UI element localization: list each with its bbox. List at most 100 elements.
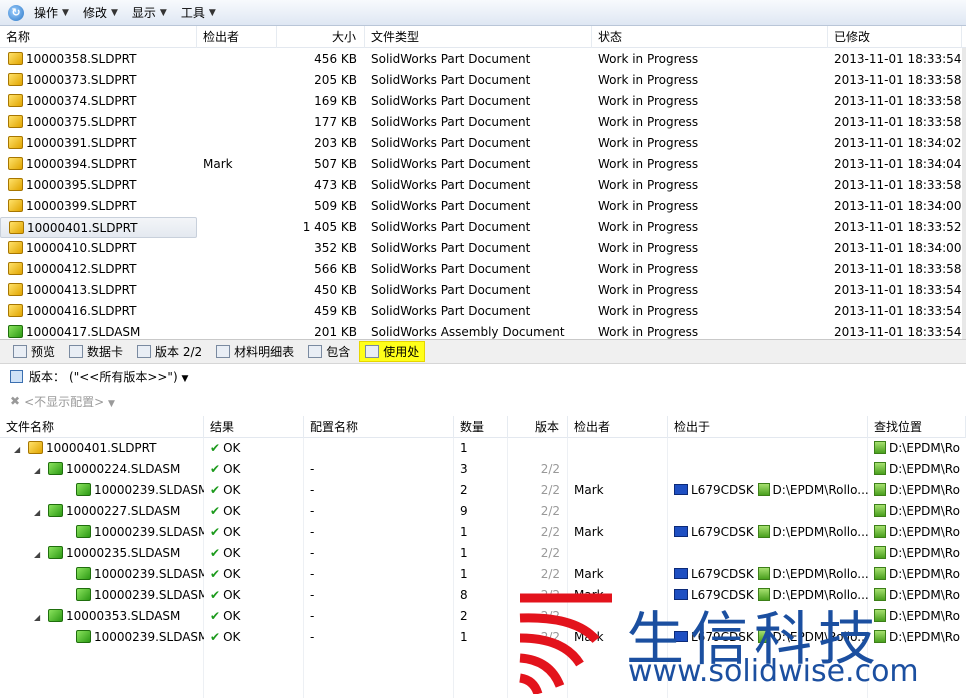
file-row[interactable]: 10000395.SLDPRT 473 KB SolidWorks Part Doc… (0, 175, 966, 196)
toolbar-menu-2[interactable]: 显示 ▼ (128, 2, 171, 24)
config-select[interactable]: <不显示配置> ▼ (24, 393, 115, 410)
tree-column-header[interactable]: 数量 (454, 416, 508, 438)
expand-icon[interactable]: ◢ (14, 439, 28, 459)
tree-column-header[interactable]: 检出于 (668, 416, 868, 438)
file-name: 10000412.SLDPRT (0, 259, 197, 280)
file-row[interactable]: 10000413.SLDPRT 450 KB SolidWorks Part Doc… (0, 280, 966, 301)
version-text: 2/2 (540, 525, 560, 539)
file-type: SolidWorks Part Document (365, 133, 592, 154)
expand-icon[interactable]: ◢ (34, 502, 48, 522)
tree-config: - (304, 627, 454, 648)
tree-qty: 1 (454, 564, 508, 585)
file-row[interactable]: 10000375.SLDPRT 177 KB SolidWorks Part Doc… (0, 112, 966, 133)
file-row[interactable]: 10000410.SLDPRT 352 KB SolidWorks Part Doc… (0, 238, 966, 259)
file-row[interactable]: 10000373.SLDPRT 205 KB SolidWorks Part Doc… (0, 70, 966, 91)
config-text: - (310, 483, 315, 497)
tree-row[interactable]: ◢ 10000224.SLDASM ✔ OK -3 2/2 D:\EPDM\Ro (0, 459, 966, 480)
toolbar-menu-0[interactable]: 操作 ▼ (30, 2, 73, 24)
tree-row[interactable]: ◢ 10000235.SLDASM ✔ OK -1 2/2 D:\EPDM\Ro (0, 543, 966, 564)
tree-result: ✔ OK (204, 564, 304, 585)
refresh-icon[interactable]: ↻ (8, 4, 24, 21)
part-icon (8, 94, 23, 107)
result-text: OK (223, 525, 241, 539)
toolbar-menu-1[interactable]: 修改 ▼ (79, 2, 122, 24)
tree-column-header[interactable]: 版本 (508, 416, 568, 438)
file-row[interactable]: 10000394.SLDPRT Mark 507 KB SolidWorks Part… (0, 154, 966, 175)
file-name: 10000374.SLDPRT (0, 91, 197, 112)
tree-result: ✔ OK (204, 606, 304, 627)
tab-label: 包含 (326, 345, 351, 359)
tree-row[interactable]: ◢ 10000401.SLDPRT ✔ OK 1 D:\EPDM\Ro (0, 438, 966, 459)
tab-3[interactable]: 材料明细表 (211, 341, 299, 362)
file-modified: 2013-11-01 18:33:58 (828, 259, 962, 280)
expand-icon[interactable]: ◢ (34, 460, 48, 480)
cell-text: 177 KB (314, 115, 357, 129)
expand-icon[interactable]: ◢ (34, 607, 48, 627)
file-row[interactable]: 10000416.SLDPRT 459 KB SolidWorks Part Doc… (0, 301, 966, 322)
tree-column-header[interactable]: 配置名称 (304, 416, 454, 438)
tab-5[interactable]: 使用处 (359, 341, 426, 362)
file-state: Work in Progress (592, 196, 828, 217)
tree-checked-out-by: Mark (568, 522, 668, 543)
tree-version: 2/2 (508, 459, 568, 480)
tree-row[interactable]: 10000239.SLDASM ✔ OK -1 2/2 Mark L679CDSK D:\E… (0, 564, 966, 585)
part-icon (8, 199, 23, 212)
file-name: 10000358.SLDPRT (0, 49, 197, 70)
tree-column-header[interactable]: 结果 (204, 416, 304, 438)
watermark: 生信科技 www.solidwise.com (516, 588, 966, 698)
column-header[interactable]: 大小 (277, 26, 365, 48)
checkmark-icon: ✔ (210, 483, 221, 497)
file-row[interactable]: 10000412.SLDPRT 566 KB SolidWorks Part Doc… (0, 259, 966, 280)
file-row[interactable]: 10000401.SLDPRT 1 405 KB SolidWorks Part D… (0, 217, 966, 238)
tree-column-header[interactable]: 文件名称 (0, 416, 204, 438)
vertical-scrollbar[interactable] (962, 48, 966, 339)
cell-text: 10000410.SLDPRT (26, 241, 137, 255)
column-header[interactable]: 文件类型 (365, 26, 592, 48)
file-row[interactable]: 10000358.SLDPRT 456 KB SolidWorks Part Doc… (0, 49, 966, 70)
tab-1[interactable]: 数据卡 (64, 341, 128, 362)
tree-row[interactable]: ◢ 10000227.SLDASM ✔ OK -9 2/2 D:\EPDM\Ro (0, 501, 966, 522)
checkout-path-text: D:\EPDM\Rollo... (772, 567, 868, 581)
toolbar-menu-3[interactable]: 工具 ▼ (177, 2, 220, 24)
file-checked-out-by (197, 70, 277, 91)
column-header[interactable]: 名称 (0, 26, 197, 48)
result-text: OK (223, 441, 241, 455)
file-size: 352 KB (277, 238, 365, 259)
version-icon (10, 369, 23, 383)
cell-text: 2013-11-01 18:34:02 (834, 136, 962, 150)
file-row[interactable]: 10000374.SLDPRT 169 KB SolidWorks Part Doc… (0, 91, 966, 112)
folder-icon (757, 483, 770, 496)
cell-text: 2013-11-01 18:33:54 (834, 304, 962, 318)
tree-row[interactable]: 10000239.SLDASM ✔ OK -1 2/2 Mark L679CDSK D:\E… (0, 522, 966, 543)
cell-text: 2013-11-01 18:33:58 (834, 94, 962, 108)
file-list: 名称 检出者 大小 文件类型 状态 已修改 10000358.SLDPRT 456 KB So… (0, 26, 966, 339)
asm-icon (76, 588, 91, 601)
tree-column-header[interactable]: 检出者 (568, 416, 668, 438)
cell-text: Work in Progress (598, 283, 699, 297)
column-header[interactable]: 已修改 (828, 26, 962, 48)
part-icon (8, 73, 23, 86)
cell-text: Work in Progress (598, 115, 699, 129)
tab-4[interactable]: 包含 (303, 341, 355, 362)
tree-column-header[interactable]: 查找位置 (868, 416, 966, 438)
tab-0[interactable]: 预览 (8, 341, 60, 362)
file-row[interactable]: 10000391.SLDPRT 203 KB SolidWorks Part Doc… (0, 133, 966, 154)
version-select[interactable]: ("<<所有版本>>") ▼ (69, 368, 188, 385)
tree-config: - (304, 522, 454, 543)
tab-2[interactable]: 版本 2/2 (132, 341, 207, 362)
file-row[interactable]: 10000417.SLDASM 201 KB SolidWorks Assembly… (0, 322, 966, 339)
column-header-label: 配置名称 (310, 420, 359, 434)
tree-location: D:\EPDM\Ro (868, 459, 966, 480)
computer-icon (674, 568, 688, 579)
column-header[interactable]: 状态 (592, 26, 828, 48)
tree-result: ✔ OK (204, 459, 304, 480)
version-label: 版本： (29, 369, 66, 384)
cell-text: SolidWorks Part Document (371, 115, 531, 129)
tree-row[interactable]: 10000239.SLDASM ✔ OK -2 2/2 Mark L679CDSK D:\E… (0, 480, 966, 501)
toolbar-menu-label: 修改 (82, 6, 107, 20)
column-header[interactable]: 检出者 (197, 26, 277, 48)
expand-icon[interactable]: ◢ (34, 544, 48, 564)
cell-text: 2013-11-01 18:34:00 (834, 241, 962, 255)
file-checked-out-by: Mark (197, 154, 277, 175)
file-row[interactable]: 10000399.SLDPRT 509 KB SolidWorks Part Doc… (0, 196, 966, 217)
